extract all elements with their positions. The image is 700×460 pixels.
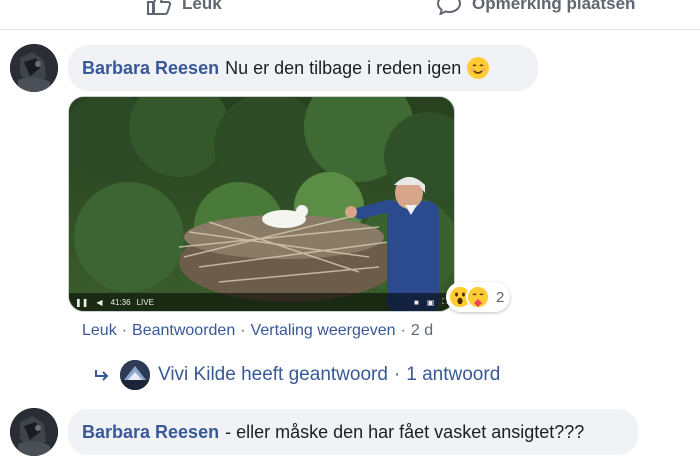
comment-timestamp[interactable]: 2 d — [411, 322, 433, 340]
comment-text: - eller måske den har fået vasket ansigt… — [225, 421, 585, 442]
separator-dot: · — [400, 322, 406, 339]
avatar[interactable] — [10, 44, 58, 92]
comment-bubble: Barbara Reesen - eller måske den har fåe… — [68, 409, 638, 455]
post-action-bar: Leuk Opmerking plaatsen — [0, 0, 700, 30]
replies-summary[interactable]: Vivi Kilde heeft geantwoord · 1 antwoord — [94, 360, 500, 390]
comment-author[interactable]: Barbara Reesen — [82, 422, 219, 443]
pause-icon[interactable]: ❚❚ — [75, 298, 88, 307]
reply-count[interactable]: 1 antwoord — [406, 364, 500, 386]
separator-dot: · — [121, 322, 128, 339]
video-controls: ❚❚ ◀ 41:36 LIVE ■ ▣ ⛶ — [69, 293, 454, 311]
reactions-summary[interactable]: 2 — [446, 282, 511, 312]
video-frame-image — [69, 97, 454, 311]
comment-bubble: Barbara Reesen Nu er den tilbage i reden… — [68, 45, 538, 91]
pip-icon[interactable]: ▣ — [427, 298, 435, 307]
reaction-count: 2 — [496, 288, 505, 306]
avatar[interactable] — [10, 408, 58, 456]
comment-author[interactable]: Barbara Reesen — [82, 58, 219, 79]
comment-text: Nu er den tilbage i reden igen — [225, 57, 462, 78]
thumbs-up-icon — [147, 0, 172, 15]
smiling-face-icon — [467, 57, 490, 79]
comment-button[interactable]: Opmerking plaatsen — [436, 0, 635, 16]
live-label: LIVE — [136, 297, 154, 307]
settings-icon[interactable]: ■ — [414, 298, 419, 307]
translate-link[interactable]: Vertaling weergeven — [251, 322, 396, 340]
care-icon — [466, 285, 490, 309]
like-link[interactable]: Leuk — [82, 322, 117, 340]
comment-actions: Leuk · Beantwoorden · Vertaling weergeve… — [82, 322, 433, 340]
speech-bubble-icon — [436, 0, 462, 15]
separator-dot: · — [240, 322, 246, 339]
comment-button-label: Opmerking plaatsen — [472, 0, 636, 13]
separator-dot: · — [393, 364, 401, 385]
video-time: 41:36 — [110, 297, 131, 307]
video-player[interactable]: ❚❚ ◀ 41:36 LIVE ■ ▣ ⛶ — [68, 96, 455, 312]
avatar-image — [10, 408, 58, 456]
like-button-label: Leuk — [182, 0, 222, 13]
reply-arrow-icon — [95, 370, 109, 381]
reply-summary-text[interactable]: Vivi Kilde heeft geantwoord — [158, 364, 388, 386]
reply-link[interactable]: Beantwoorden — [132, 322, 235, 340]
volume-icon[interactable]: ◀ — [96, 298, 102, 307]
like-button[interactable]: Leuk — [146, 0, 222, 16]
avatar-image — [10, 44, 58, 92]
reply-avatar — [120, 360, 150, 390]
